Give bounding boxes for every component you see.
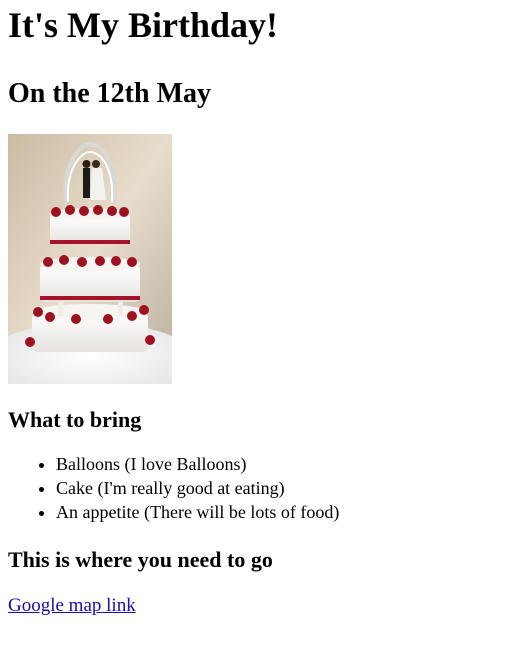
list-item: An appetite (There will be lots of food) — [56, 500, 505, 524]
page-title: It's My Birthday! — [8, 5, 278, 45]
cake-image — [8, 134, 172, 384]
page-content: It's My Birthday! On the 12th May What t… — [0, 0, 513, 618]
list-item: Cake (I'm really good at eating) — [56, 476, 505, 500]
what-to-bring-heading: What to bring — [8, 407, 142, 432]
google-map-link[interactable]: Google map link — [8, 594, 136, 618]
list-item: Balloons (I love Balloons) — [56, 452, 505, 476]
date-heading: On the 12th May — [8, 78, 211, 109]
location-heading: This is where you need to go — [8, 547, 273, 572]
bring-list: Balloons (I love Balloons) Cake (I'm rea… — [8, 452, 505, 524]
